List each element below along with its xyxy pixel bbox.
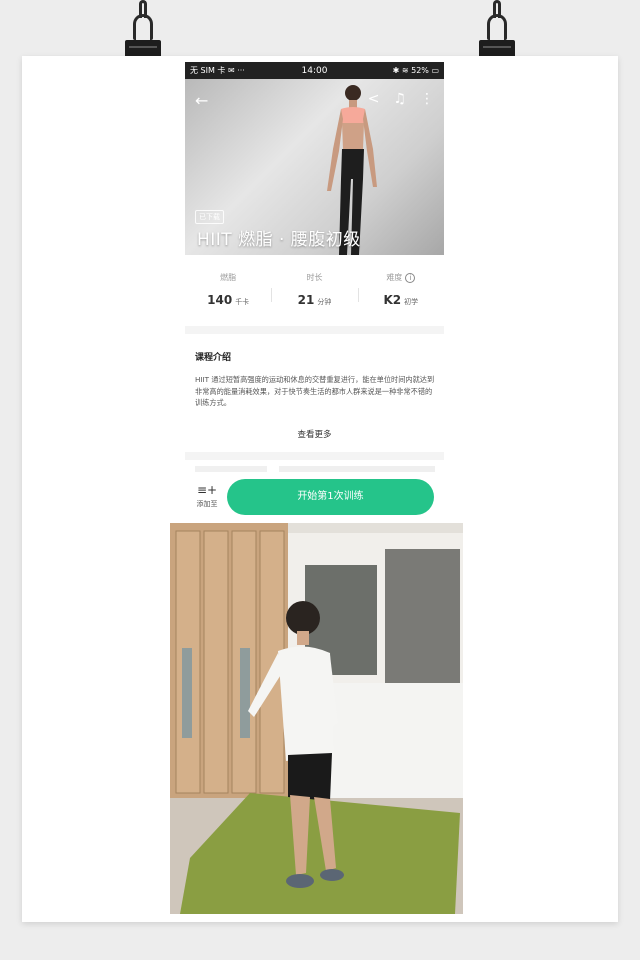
add-to-button[interactable]: ≡+ 添加至 <box>195 484 219 509</box>
stat-label: 时长 <box>306 273 323 282</box>
stat-label: 燃脂 <box>220 273 237 282</box>
stat-value: 21 <box>297 293 315 307</box>
stat-label: 难度 <box>386 273 403 282</box>
see-more-link[interactable]: 查看更多 <box>185 428 444 440</box>
intro-body: HIIT 通过短暂高强度的运动和休息的交替重复进行，能在单位时间内就达到非常高的… <box>195 375 435 407</box>
course-hero: ← < ♫ ⋮ 已下载 HIIT 燃脂 · 腰腹初级 <box>185 79 444 255</box>
section-divider <box>185 326 444 334</box>
section-divider <box>185 452 444 460</box>
status-time: 14:00 <box>301 65 328 76</box>
stat-difficulty[interactable]: 难度 i K2 初学 <box>357 262 444 322</box>
binder-clip-right <box>479 0 515 64</box>
intro-heading: 课程介绍 <box>195 353 232 363</box>
stat-value: K2 <box>383 293 402 307</box>
course-intro: 课程介绍 HIIT 通过短暂高强度的运动和休息的交替重复进行，能在单位时间内就达… <box>185 334 444 454</box>
more-vertical-icon[interactable]: ⋮ <box>420 91 434 107</box>
music-note-icon[interactable]: ♫ <box>393 91 406 107</box>
start-training-button[interactable]: 开始第1次训练 <box>227 479 434 515</box>
stat-unit: 分钟 <box>317 298 332 306</box>
info-icon[interactable]: i <box>405 273 416 283</box>
back-arrow-icon[interactable]: ← <box>195 91 208 110</box>
add-to-label: 添加至 <box>196 500 218 508</box>
stat-duration: 时长 21 分钟 <box>271 262 357 322</box>
add-to-list-icon: ≡+ <box>196 483 218 497</box>
stat-unit: 千卡 <box>235 298 250 306</box>
status-bar: 无 SIM 卡 ✉ ··· 14:00 ✱ ≋ 52% ▭ <box>185 62 444 79</box>
stat-calories: 燃脂 140 千卡 <box>185 262 271 322</box>
stat-unit: 初学 <box>404 298 419 306</box>
share-icon[interactable]: < <box>368 91 380 107</box>
next-section-peek <box>195 466 435 472</box>
status-carrier: 无 SIM 卡 ✉ ··· <box>190 66 245 75</box>
phone-screenshot: 无 SIM 卡 ✉ ··· 14:00 ✱ ≋ 52% ▭ ← < ♫ ⋮ 已下… <box>185 62 444 522</box>
downloaded-badge: 已下载 <box>195 210 224 224</box>
stat-value: 140 <box>207 293 233 307</box>
workout-photo <box>170 523 463 914</box>
bottom-action-bar: ≡+ 添加至 开始第1次训练 <box>185 474 444 522</box>
status-indicators: ✱ ≋ 52% ▭ <box>392 66 439 75</box>
course-stats: 燃脂 140 千卡 时长 21 分钟 难度 i K2 初学 <box>185 262 444 322</box>
binder-clip-left <box>125 0 161 64</box>
course-title: HIIT 燃脂 · 腰腹初级 <box>197 230 361 250</box>
